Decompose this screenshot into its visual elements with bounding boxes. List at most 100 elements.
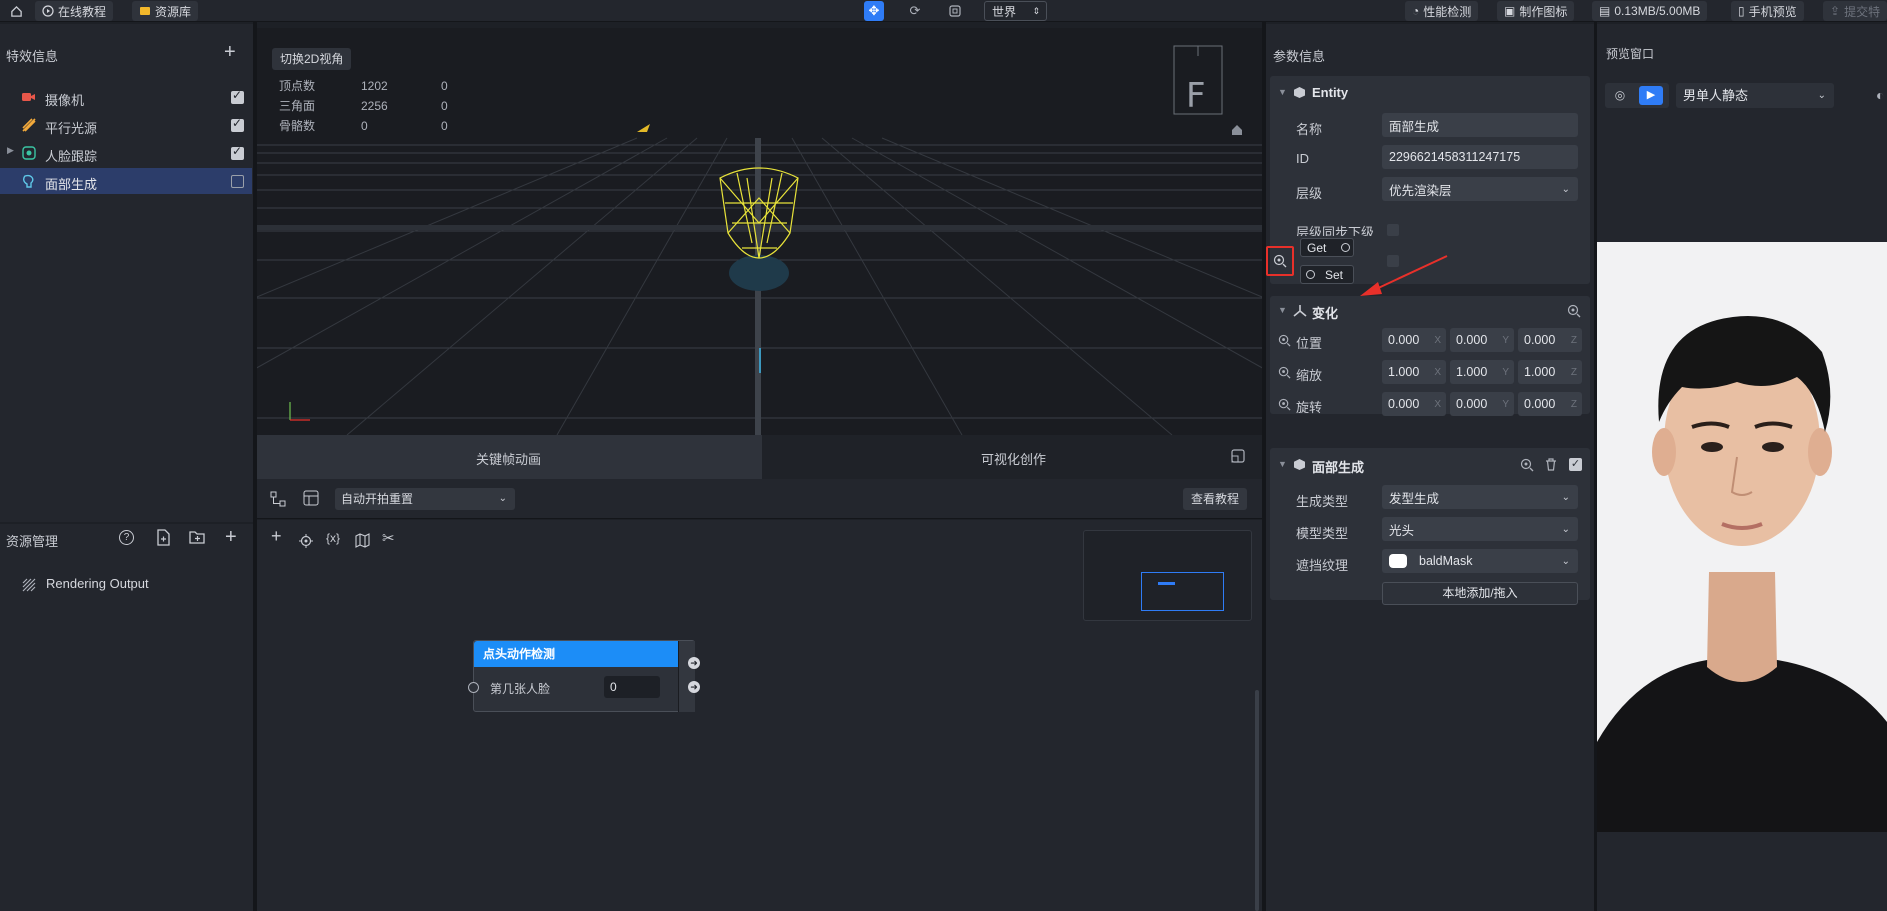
id-field[interactable]: 2296621458311247175 bbox=[1382, 145, 1578, 169]
add-local-texture-button[interactable]: 本地添加/拖入 bbox=[1382, 582, 1578, 605]
panel-divider[interactable] bbox=[253, 22, 257, 911]
cut-icon[interactable]: ✂ bbox=[382, 529, 395, 547]
scene-viewport[interactable]: 切换2D视角 顶点数 1202 0 三角面 2256 0 骨骼数 0 0 F bbox=[257, 28, 1262, 435]
layer-visibility-checkbox[interactable] bbox=[231, 175, 244, 188]
tab-visual-creation[interactable]: 可视化创作 bbox=[762, 435, 1262, 479]
home-icon[interactable] bbox=[6, 1, 26, 21]
move-tool-icon[interactable]: ✥ bbox=[864, 1, 884, 21]
preview-source-value: 男单人静态 bbox=[1683, 88, 1749, 103]
resource-item-rendering-output[interactable]: Rendering Output bbox=[0, 572, 252, 598]
tutorial-button[interactable]: 在线教程 bbox=[35, 1, 114, 21]
node-graph-link-icon[interactable] bbox=[1278, 398, 1291, 411]
preview-image-mode-icon[interactable]: ◎ bbox=[1610, 86, 1630, 105]
graph-scrollbar[interactable] bbox=[1255, 690, 1259, 911]
component-enable-checkbox[interactable]: ✓ bbox=[1569, 458, 1582, 471]
layer-item-face-generation[interactable]: 面部生成 bbox=[0, 168, 252, 194]
stat-extra: 0 bbox=[441, 99, 448, 113]
graph-minimap[interactable] bbox=[1083, 530, 1252, 621]
scale-x-input[interactable]: 1.000 X bbox=[1382, 360, 1446, 384]
node-graph-link-icon[interactable] bbox=[1273, 254, 1287, 268]
layer-visibility-checkbox[interactable] bbox=[231, 116, 244, 132]
position-y-input[interactable]: 0.000 Y bbox=[1450, 328, 1514, 352]
collapse-arrow-icon[interactable]: ▼ bbox=[1278, 459, 1287, 469]
map-icon[interactable] bbox=[355, 533, 370, 548]
model-type-select[interactable]: 光头 ⌄ bbox=[1382, 517, 1578, 541]
scale-tool-icon[interactable] bbox=[945, 1, 965, 21]
graph-node-nod-detection[interactable]: 点头动作检测 ➜ ➜ 第几张人脸 0 bbox=[468, 640, 700, 712]
view-gizmo-label[interactable]: F bbox=[1186, 76, 1206, 116]
layer-item-directional-light[interactable]: 平行光源 bbox=[0, 112, 252, 138]
mask-texture-label: 遮挡纹理 bbox=[1296, 558, 1349, 573]
node-tree-icon[interactable] bbox=[270, 491, 286, 507]
add-node-icon[interactable]: + bbox=[271, 526, 282, 547]
gen-type-select[interactable]: 发型生成 ⌄ bbox=[1382, 485, 1578, 509]
rotation-z-value: 0.000 bbox=[1524, 397, 1556, 411]
asset-library-button[interactable]: 资源库 bbox=[132, 1, 199, 21]
input-port[interactable] bbox=[468, 682, 479, 693]
collapse-arrow-icon[interactable]: ▼ bbox=[1278, 87, 1287, 97]
node-graph-link-icon[interactable] bbox=[1278, 334, 1291, 347]
rotation-y-input[interactable]: 0.000 Y bbox=[1450, 392, 1514, 416]
position-label: 位置 bbox=[1296, 336, 1323, 351]
add-effect-icon[interactable]: + bbox=[224, 42, 236, 62]
new-folder-icon[interactable] bbox=[189, 530, 206, 545]
help-icon[interactable]: ? bbox=[119, 530, 134, 545]
graph-canvas[interactable]: + {x} ✂ 点头动作检测 ➜ ➜ 第几张人脸 0 bbox=[257, 520, 1262, 911]
mask-texture-select[interactable]: baldMask ⌄ bbox=[1382, 549, 1578, 573]
toggle-2d-view-button[interactable]: 切换2D视角 bbox=[272, 48, 352, 70]
phone-icon: ▯ bbox=[1738, 4, 1745, 18]
collapse-arrow-icon[interactable]: ▼ bbox=[1278, 305, 1287, 315]
locate-icon[interactable] bbox=[299, 534, 313, 548]
get-port-icon bbox=[1341, 243, 1350, 252]
name-input[interactable]: 面部生成 bbox=[1382, 113, 1578, 137]
tab-keyframe-animation[interactable]: 关键帧动画 bbox=[257, 435, 762, 479]
position-x-input[interactable]: 0.000 X bbox=[1382, 328, 1446, 352]
rotation-z-input[interactable]: 0.000 Z bbox=[1518, 392, 1582, 416]
layer-item-face-tracking[interactable]: ▶ 人脸跟踪 bbox=[0, 140, 252, 166]
expand-arrow-icon[interactable]: ▶ bbox=[7, 145, 14, 156]
variable-icon[interactable]: {x} bbox=[326, 531, 340, 545]
get-node-option[interactable]: Get bbox=[1300, 238, 1354, 257]
scale-y-input[interactable]: 1.000 Y bbox=[1450, 360, 1514, 384]
preview-video-mode-icon[interactable]: ▶ bbox=[1639, 86, 1663, 105]
layer-sync-checkbox[interactable] bbox=[1387, 224, 1399, 236]
rotation-x-input[interactable]: 0.000 X bbox=[1382, 392, 1446, 416]
layout-icon[interactable] bbox=[303, 490, 319, 506]
layer-visibility-checkbox[interactable] bbox=[231, 144, 244, 160]
layer-item-camera[interactable]: 摄像机 bbox=[0, 84, 252, 110]
preview-source-select[interactable]: 男单人静态 ⌄ bbox=[1676, 83, 1834, 108]
scale-row: 缩放 1.000 X 1.000 Y 1.000 Z bbox=[1270, 358, 1590, 388]
axis-z-label: Z bbox=[1570, 334, 1577, 346]
node-graph-link-icon[interactable] bbox=[1278, 366, 1291, 379]
space-select[interactable]: 世界 ⇕ bbox=[984, 1, 1047, 21]
node-param-input[interactable]: 0 bbox=[604, 676, 660, 698]
layer-select[interactable]: 优先渲染层 ⌄ bbox=[1382, 177, 1578, 201]
exec-out-port-icon[interactable]: ➜ bbox=[688, 681, 700, 693]
popout-icon[interactable] bbox=[1231, 449, 1245, 463]
minimap-viewport-frame[interactable] bbox=[1141, 572, 1224, 611]
node-graph-link-icon[interactable] bbox=[1520, 458, 1534, 472]
import-file-icon[interactable] bbox=[156, 529, 171, 546]
add-resource-icon[interactable]: + bbox=[225, 526, 237, 549]
position-z-input[interactable]: 0.000 Z bbox=[1518, 328, 1582, 352]
perf-icon: ◔ bbox=[1412, 4, 1420, 18]
transform-title: 变化 bbox=[1312, 306, 1339, 321]
preview-mode-toggle[interactable]: ◎ ▶ bbox=[1605, 83, 1669, 108]
make-icon-button[interactable]: ▣ 制作图标 bbox=[1497, 1, 1575, 21]
perf-check-button[interactable]: ◔ 性能检测 bbox=[1405, 1, 1479, 21]
view-tutorial-button[interactable]: 查看教程 bbox=[1183, 488, 1248, 510]
rotate-tool-icon[interactable]: ⟳ bbox=[905, 1, 925, 21]
node-graph-link-icon[interactable] bbox=[1567, 304, 1581, 318]
phone-preview-button[interactable]: ▯ 手机预览 bbox=[1731, 1, 1804, 21]
settings-icon[interactable]: ◐ bbox=[1876, 87, 1884, 103]
trash-icon[interactable] bbox=[1545, 458, 1557, 471]
layer-select-value: 优先渲染层 bbox=[1389, 183, 1452, 198]
set-node-option[interactable]: Set bbox=[1300, 265, 1354, 284]
exec-out-port-icon[interactable]: ➜ bbox=[688, 657, 700, 669]
submit-button[interactable]: ⇪ 提交特 bbox=[1823, 1, 1887, 21]
scale-z-input[interactable]: 1.000 Z bbox=[1518, 360, 1582, 384]
graph-mode-select[interactable]: 自动开拍重置 ⌄ bbox=[335, 488, 515, 510]
cube-icon bbox=[1294, 459, 1305, 470]
package-size-button[interactable]: ▤ 0.13MB/5.00MB bbox=[1592, 1, 1708, 21]
layer-visibility-checkbox[interactable] bbox=[231, 88, 244, 104]
